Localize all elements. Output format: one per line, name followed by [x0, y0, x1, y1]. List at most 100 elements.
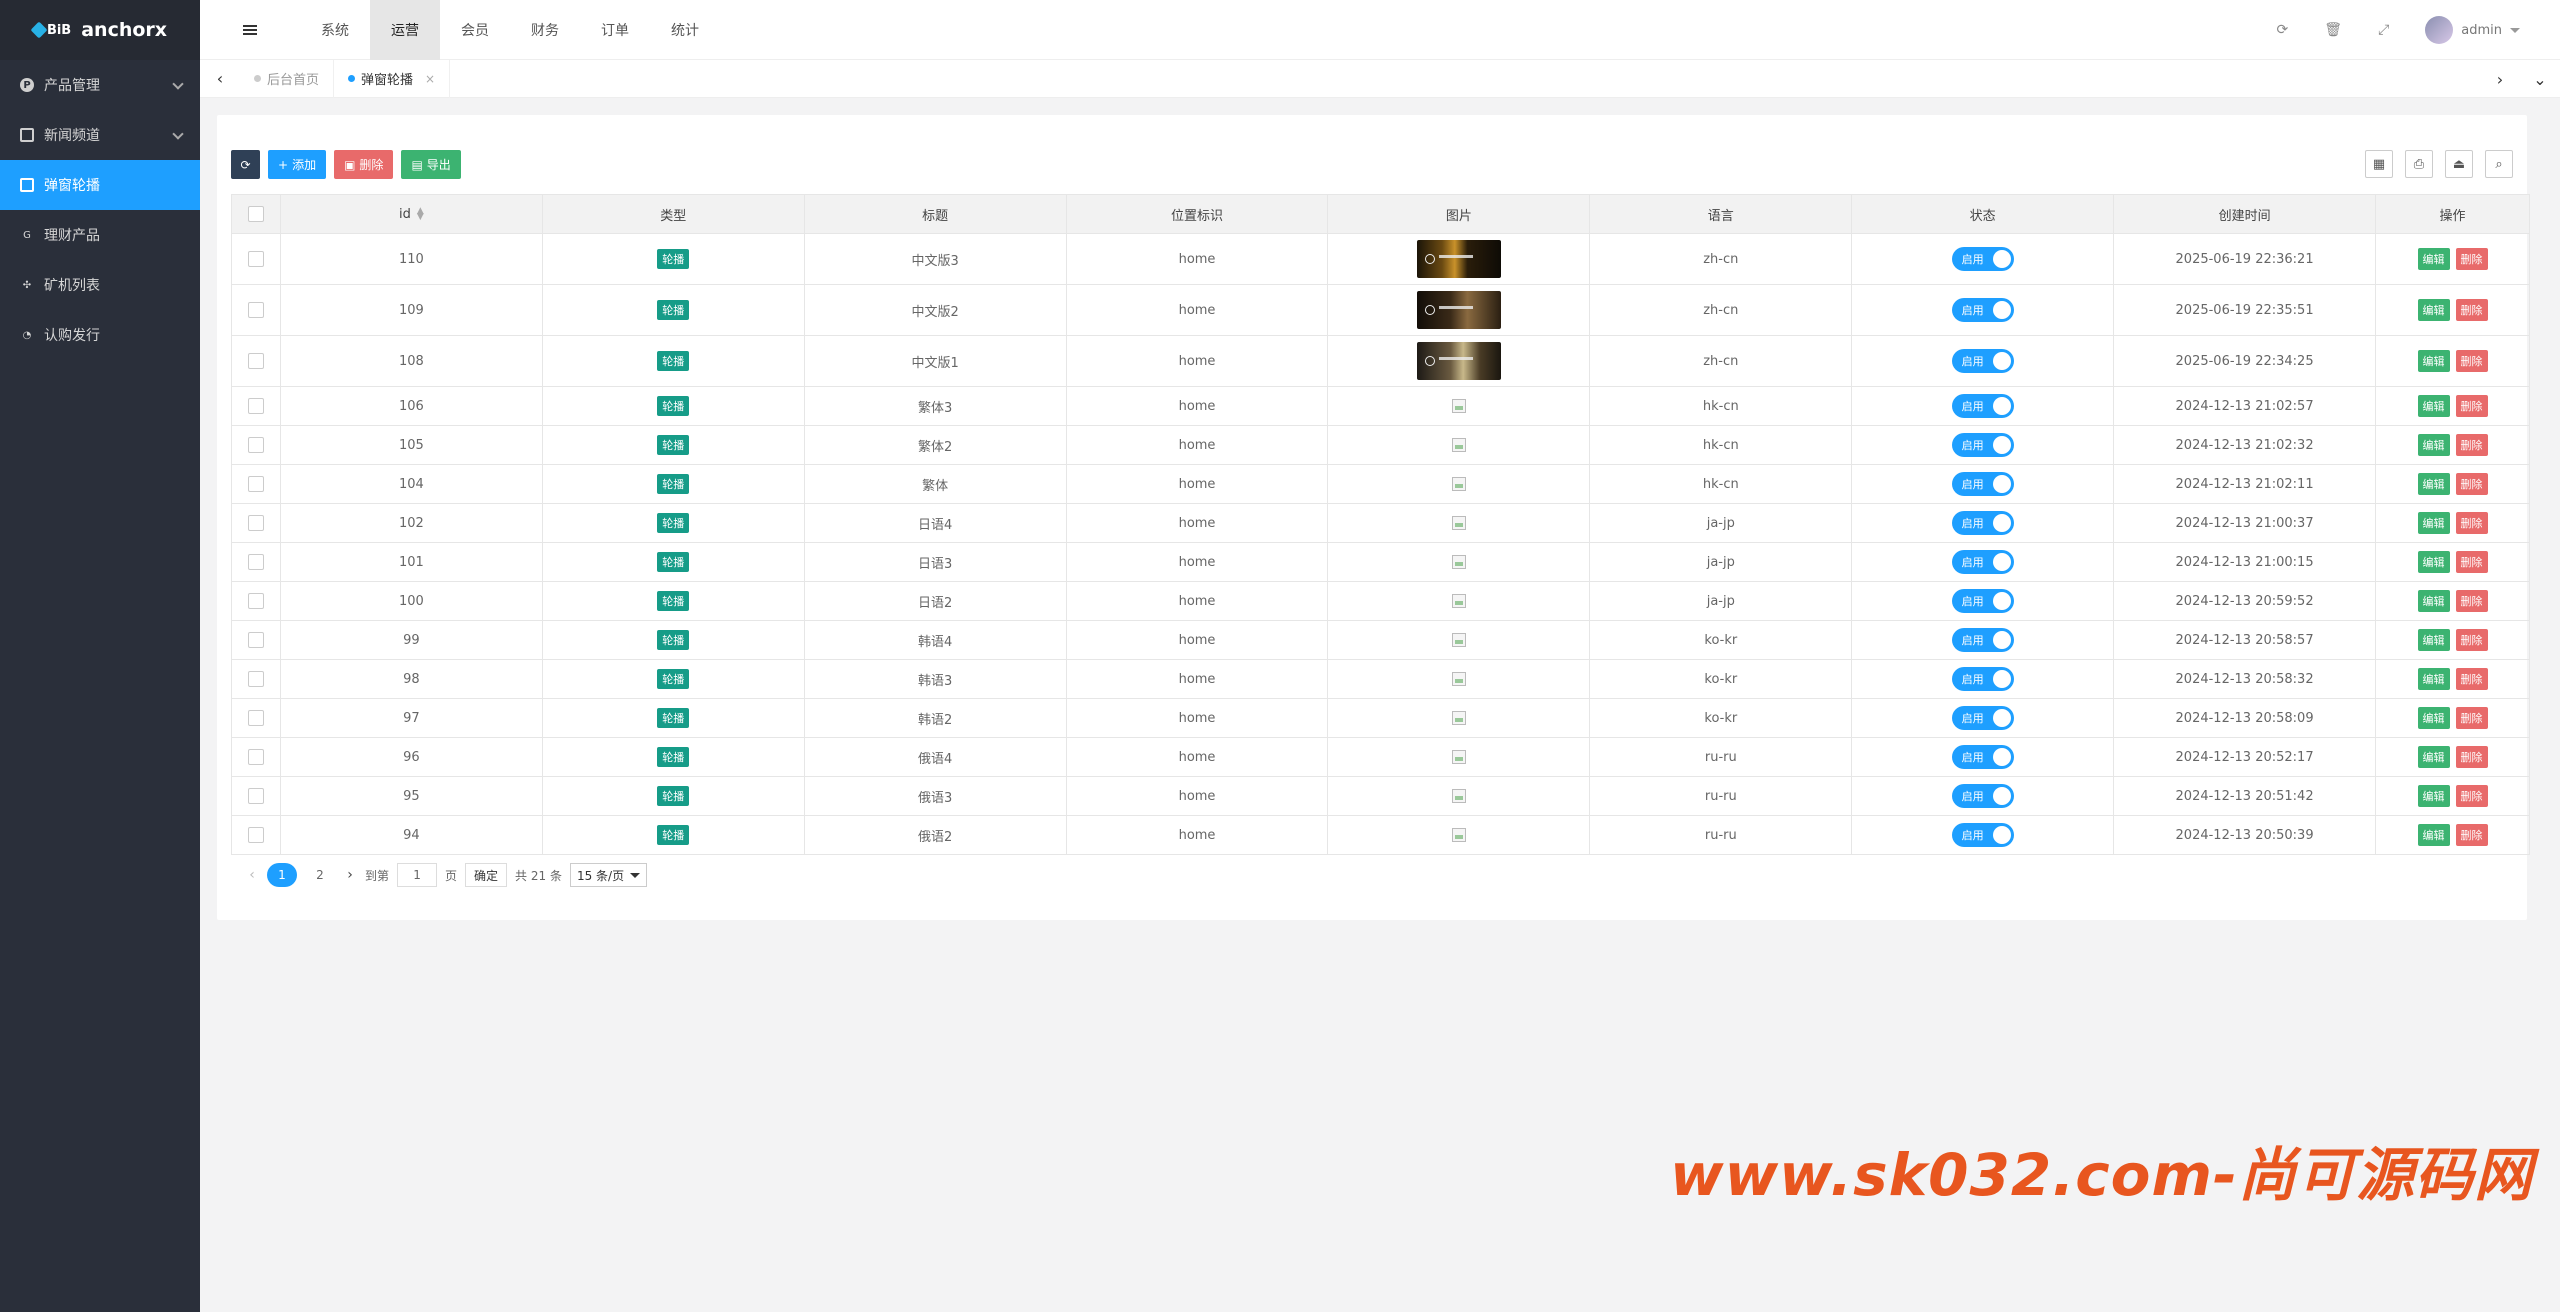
row-delete-button[interactable]: 删除 [2455, 707, 2488, 729]
goto-page-input[interactable]: 1 [397, 863, 438, 887]
status-toggle[interactable]: 启用 [1951, 589, 2014, 613]
fullscreen-icon[interactable]: ⤢ [2378, 22, 2389, 38]
goto-confirm-button[interactable]: 确定 [465, 863, 508, 887]
status-toggle[interactable]: 启用 [1951, 394, 2014, 418]
tab-0[interactable]: 后台首页 [240, 59, 335, 98]
row-delete-button[interactable]: 删除 [2455, 746, 2488, 768]
broken-image-icon[interactable] [1451, 477, 1466, 491]
broken-image-icon[interactable] [1451, 399, 1466, 413]
row-delete-button[interactable]: 删除 [2455, 785, 2488, 807]
broken-image-icon[interactable] [1451, 516, 1466, 530]
table-row[interactable]: 106 轮播 繁体3 home hk-cn 启用 2024-12-13 21:02:57 编辑… [231, 386, 2530, 426]
delete-button[interactable]: ▣ 删除 [334, 150, 394, 179]
export-icon[interactable]: ⏏ [2445, 150, 2473, 178]
row-checkbox[interactable] [247, 515, 264, 531]
table-row[interactable]: 109 轮播 中文版2 home zh-cn 启用 2025-06-19 22:35:51 编… [231, 284, 2530, 336]
edit-button[interactable]: 编辑 [2417, 707, 2450, 729]
row-checkbox[interactable] [247, 749, 264, 765]
banner-thumbnail[interactable] [1416, 291, 1501, 329]
edit-button[interactable]: 编辑 [2417, 248, 2450, 270]
row-delete-button[interactable]: 删除 [2455, 473, 2488, 495]
row-delete-button[interactable]: 删除 [2455, 590, 2488, 612]
topnav-item-5[interactable]: 统计 [650, 0, 720, 60]
row-delete-button[interactable]: 删除 [2455, 434, 2488, 456]
row-delete-button[interactable]: 删除 [2455, 629, 2488, 651]
app-logo[interactable]: BiB anchorx [0, 0, 200, 60]
table-row[interactable]: 95 轮播 俄语3 home ru-ru 启用 2024-12-13 20:51:42 编辑删… [231, 776, 2530, 816]
refresh-icon[interactable]: ⟳ [2277, 22, 2289, 38]
row-delete-button[interactable]: 删除 [2455, 668, 2488, 690]
table-row[interactable]: 110 轮播 中文版3 home zh-cn 启用 2025-06-19 22:36:21 编… [231, 233, 2530, 285]
status-toggle[interactable]: 启用 [1951, 472, 2014, 496]
edit-button[interactable]: 编辑 [2417, 629, 2450, 651]
row-checkbox[interactable] [247, 632, 264, 648]
status-toggle[interactable]: 启用 [1951, 823, 2014, 847]
edit-button[interactable]: 编辑 [2417, 434, 2450, 456]
row-delete-button[interactable]: 删除 [2455, 512, 2488, 534]
col-header-id[interactable]: id ▲ ▼ [279, 194, 543, 234]
broken-image-icon[interactable] [1451, 672, 1466, 686]
row-checkbox[interactable] [247, 554, 264, 570]
edit-button[interactable]: 编辑 [2417, 350, 2450, 372]
table-row[interactable]: 104 轮播 繁体 home hk-cn 启用 2024-12-13 21:02:11 编辑删… [231, 464, 2530, 504]
row-checkbox[interactable] [247, 398, 264, 414]
status-toggle[interactable]: 启用 [1951, 628, 2014, 652]
edit-button[interactable]: 编辑 [2417, 746, 2450, 768]
row-delete-button[interactable]: 删除 [2455, 551, 2488, 573]
table-row[interactable]: 96 轮播 俄语4 home ru-ru 启用 2024-12-13 20:52:17 编辑删… [231, 737, 2530, 777]
broken-image-icon[interactable] [1451, 750, 1466, 764]
edit-button[interactable]: 编辑 [2417, 824, 2450, 846]
row-checkbox[interactable] [247, 251, 264, 267]
sidebar-item-3[interactable]: G 理财产品 [0, 210, 200, 260]
select-all-checkbox[interactable] [247, 206, 264, 222]
table-row[interactable]: 105 轮播 繁体2 home hk-cn 启用 2024-12-13 21:02:32 编辑… [231, 425, 2530, 465]
status-toggle[interactable]: 启用 [1951, 784, 2014, 808]
row-checkbox[interactable] [247, 593, 264, 609]
row-delete-button[interactable]: 删除 [2455, 350, 2488, 372]
table-row[interactable]: 102 轮播 日语4 home ja-jp 启用 2024-12-13 21:00:37 编辑… [231, 503, 2530, 543]
next-page-icon[interactable]: › [343, 867, 357, 883]
topnav-item-3[interactable]: 财务 [510, 0, 580, 60]
sidebar-item-5[interactable]: ◔ 认购发行 [0, 310, 200, 360]
topnav-item-1[interactable]: 运营 [370, 0, 440, 60]
table-row[interactable]: 94 轮播 俄语2 home ru-ru 启用 2024-12-13 20:50:39 编辑删… [231, 815, 2530, 855]
table-row[interactable]: 100 轮播 日语2 home ja-jp 启用 2024-12-13 20:59:52 编辑… [231, 581, 2530, 621]
status-toggle[interactable]: 启用 [1951, 667, 2014, 691]
tab-next-button[interactable]: › [2480, 60, 2520, 98]
sidebar-item-1[interactable]: 新闻频道 [0, 110, 200, 160]
banner-thumbnail[interactable] [1416, 342, 1501, 380]
sidebar-item-0[interactable]: P 产品管理 [0, 60, 200, 110]
menu-toggle-button[interactable] [200, 0, 300, 60]
table-row[interactable]: 108 轮播 中文版1 home zh-cn 启用 2025-06-19 22:34:25 编… [231, 335, 2530, 387]
row-checkbox[interactable] [247, 437, 264, 453]
sidebar-item-2[interactable]: 弹窗轮播 [0, 160, 200, 210]
topnav-item-2[interactable]: 会员 [440, 0, 510, 60]
add-button[interactable]: + 添加 [268, 150, 327, 179]
page-size-select[interactable]: 15 条/页 [569, 863, 648, 887]
print-icon[interactable]: ⎙ [2405, 150, 2433, 178]
edit-button[interactable]: 编辑 [2417, 512, 2450, 534]
edit-button[interactable]: 编辑 [2417, 473, 2450, 495]
edit-button[interactable]: 编辑 [2417, 299, 2450, 321]
status-toggle[interactable]: 启用 [1951, 550, 2014, 574]
broken-image-icon[interactable] [1451, 633, 1466, 647]
edit-button[interactable]: 编辑 [2417, 590, 2450, 612]
prev-page-icon[interactable]: ‹ [245, 867, 259, 883]
broken-image-icon[interactable] [1451, 438, 1466, 452]
table-row[interactable]: 99 轮播 韩语4 home ko-kr 启用 2024-12-13 20:58:57 编辑删… [231, 620, 2530, 660]
row-checkbox[interactable] [247, 671, 264, 687]
row-checkbox[interactable] [247, 302, 264, 318]
row-checkbox[interactable] [247, 827, 264, 843]
status-toggle[interactable]: 启用 [1951, 745, 2014, 769]
edit-button[interactable]: 编辑 [2417, 551, 2450, 573]
status-toggle[interactable]: 启用 [1951, 511, 2014, 535]
table-row[interactable]: 98 轮播 韩语3 home ko-kr 启用 2024-12-13 20:58:32 编辑删… [231, 659, 2530, 699]
export-button[interactable]: ▤ 导出 [401, 150, 461, 179]
search-icon[interactable]: ⌕ [2485, 150, 2513, 178]
row-checkbox[interactable] [247, 476, 264, 492]
status-toggle[interactable]: 启用 [1951, 247, 2014, 271]
broken-image-icon[interactable] [1451, 711, 1466, 725]
page-1-button[interactable]: 1 [267, 863, 297, 887]
page-2-button[interactable]: 2 [305, 863, 335, 887]
refresh-button[interactable]: ⟳ [231, 150, 260, 179]
